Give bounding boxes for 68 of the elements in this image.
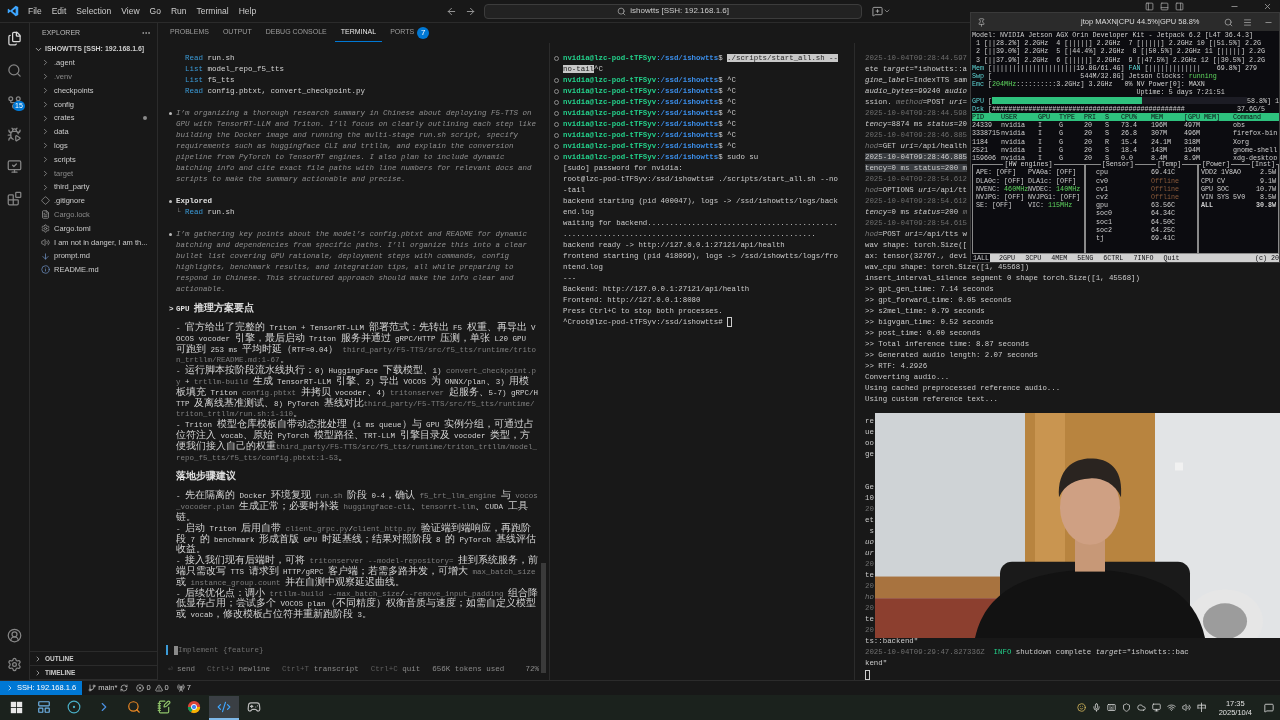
search-icon (127, 699, 141, 714)
sync-icon[interactable] (120, 684, 129, 692)
start-icon[interactable] (10, 701, 23, 714)
monitor-icon[interactable] (7, 159, 22, 174)
search-icon[interactable] (7, 63, 22, 78)
panel-icon[interactable] (1160, 2, 1169, 11)
menu-item[interactable]: Terminal (191, 2, 234, 20)
gamepad-icon (247, 699, 261, 714)
panel-icon[interactable] (1175, 2, 1184, 11)
text-cursor (865, 669, 870, 680)
tray-icon[interactable] (1076, 703, 1086, 712)
close-icon[interactable] (1263, 2, 1272, 11)
input-method[interactable]: 中 (1196, 700, 1207, 715)
bug-play-icon[interactable] (7, 127, 22, 142)
panel-icon[interactable] (1145, 2, 1154, 11)
file-icon (41, 210, 50, 220)
window-icon (37, 699, 51, 714)
pin-icon[interactable] (977, 17, 986, 27)
bullet-icon (169, 112, 172, 115)
warning-icon (154, 684, 163, 692)
settings-icon[interactable] (7, 657, 22, 672)
bullet-icon (169, 233, 172, 236)
search-icon (617, 6, 627, 16)
tray-icon[interactable] (1181, 703, 1191, 712)
gear-icon (41, 223, 50, 233)
notebook-icon (157, 699, 171, 714)
notification-icon[interactable] (1264, 702, 1274, 713)
menu-icon[interactable] (1243, 17, 1252, 27)
antenna-icon (176, 684, 185, 692)
chat-icon[interactable] (872, 5, 884, 17)
account-icon[interactable] (7, 628, 22, 643)
bullet-icon (169, 200, 172, 203)
tray-icon[interactable] (1091, 703, 1101, 712)
count-badge: 7 (417, 26, 430, 39)
logo-icon (7, 5, 19, 17)
search-icon[interactable] (1224, 17, 1233, 27)
tray-icon[interactable] (1166, 703, 1176, 712)
remote-icon (6, 684, 14, 692)
tray-icon[interactable] (1151, 703, 1161, 712)
back-icon[interactable] (446, 5, 458, 17)
forward-icon[interactable] (465, 5, 477, 17)
arrow-down-icon (41, 251, 50, 261)
speaker-icon (41, 237, 50, 247)
diamond-icon (41, 196, 50, 206)
menu-item[interactable]: Edit (46, 2, 72, 20)
caret-icon[interactable] (883, 7, 892, 15)
tray-icon[interactable] (1106, 703, 1116, 712)
info-icon (41, 265, 50, 275)
menu-item[interactable]: Run (165, 2, 192, 20)
blocks-icon[interactable] (7, 191, 22, 206)
search-field[interactable]: ishowtts [SSH: 192.168.1.6] (484, 3, 863, 19)
tray-icon[interactable] (1136, 703, 1146, 712)
branch-icon (88, 684, 97, 692)
menu-item[interactable]: View (116, 2, 145, 20)
menu-item[interactable]: Go (144, 2, 166, 20)
menu-item[interactable]: File (23, 2, 47, 20)
files-icon[interactable] (7, 31, 22, 46)
menu-item[interactable]: Help (233, 2, 262, 20)
taskbar-app[interactable] (209, 695, 239, 720)
text-cursor (727, 317, 733, 328)
search-value: ishowtts [SSH: 192.168.1.6] (630, 5, 729, 17)
orb-icon (67, 699, 81, 714)
error-icon (136, 684, 145, 692)
tray-icon[interactable] (1121, 703, 1131, 712)
browser-icon (187, 699, 201, 714)
menu-item[interactable]: Selection (71, 2, 117, 20)
code-icon (217, 699, 231, 714)
heading: 落地步骤建议 (176, 472, 236, 484)
